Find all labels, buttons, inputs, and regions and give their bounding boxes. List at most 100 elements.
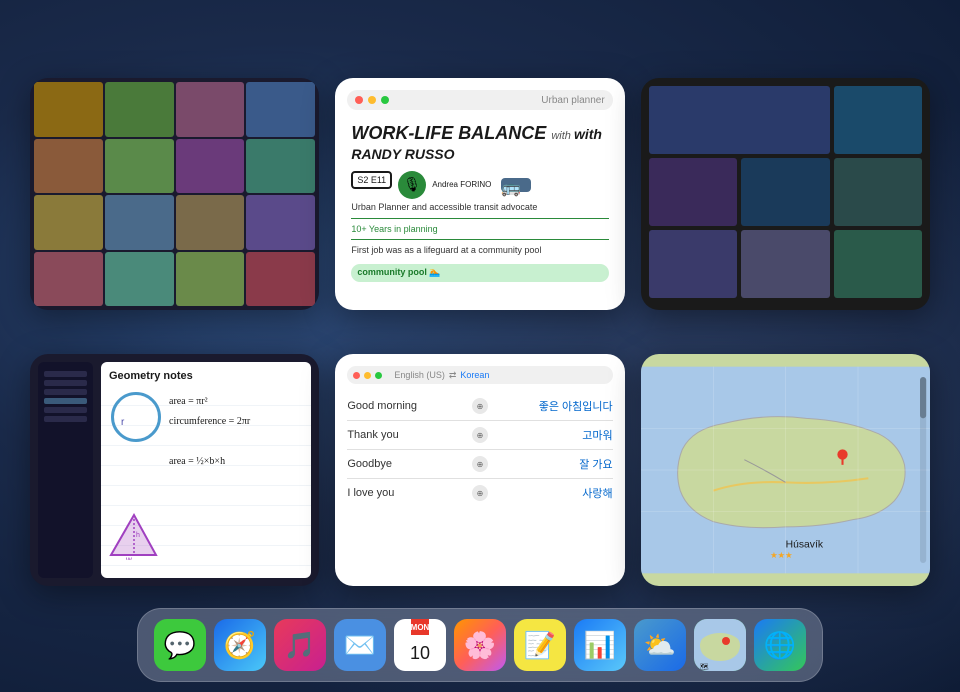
translate-row-2: Goodbye ⊕ 잘 가요 xyxy=(347,450,612,479)
svg-text:h: h xyxy=(136,532,140,539)
calc-circle xyxy=(111,392,161,442)
notes-vehicle: 🚌 xyxy=(501,178,531,192)
app-card-maps[interactable]: 🗺 Maps Húsavík Húsavík xyxy=(641,354,930,586)
translate-en-3: I love you xyxy=(347,487,464,499)
maps-content: Húsavík ★★★ xyxy=(641,354,930,586)
notes-sub3: First job was as a lifeguard at a commun… xyxy=(351,245,608,257)
keynote-slide xyxy=(741,230,829,298)
translate-row-1: Thank you ⊕ 고마워 xyxy=(347,421,612,450)
translate-en-1: Thank you xyxy=(347,429,464,441)
keynote-slide xyxy=(649,158,737,226)
notes-content: Urban planner WORK-LIFE BALANCE with wit… xyxy=(335,78,624,310)
expand-dot xyxy=(381,96,389,104)
photos-dock-icon: 🌸 xyxy=(464,630,496,661)
calendar-day-num: 10 xyxy=(410,635,430,671)
weather-icon: ⛅ xyxy=(644,630,676,661)
calendar-day-name: MON xyxy=(411,619,430,635)
keynote-slide xyxy=(834,86,922,154)
app-card-translate[interactable]: 💬 Translate English (US) ⇄ Korean Good m… xyxy=(335,354,624,586)
translate-title-bar: English (US) ⇄ Korean xyxy=(347,366,612,384)
mail-icon: ✉️ xyxy=(344,630,376,661)
minimize-dot xyxy=(368,96,376,104)
dock-appstore[interactable]: 🌐 xyxy=(754,619,806,671)
photo-cell xyxy=(105,82,174,137)
keynote-slide xyxy=(649,230,737,298)
notes-divider xyxy=(351,218,608,219)
notes-dock-icon: 📝 xyxy=(524,630,556,661)
dock-mail[interactable]: ✉️ xyxy=(334,619,386,671)
photo-cell xyxy=(34,252,103,307)
dock-maps[interactable]: 🗺 xyxy=(694,619,746,671)
notes-title-bar: Urban planner xyxy=(347,90,612,110)
notes-episode-box: S2 E11 xyxy=(351,171,392,189)
calc-sidebar-text xyxy=(42,366,89,427)
keynote-grid xyxy=(641,78,930,310)
translate-content: English (US) ⇄ Korean Good morning ⊕ 좋은 … xyxy=(335,354,624,586)
map-svg: Húsavík ★★★ xyxy=(641,354,930,586)
photo-cell xyxy=(34,195,103,250)
photo-cell xyxy=(105,195,174,250)
app-card-photos[interactable]: 🖼 Photos xyxy=(30,78,319,310)
maps-dock-icon: 🗺 xyxy=(694,619,746,671)
translate-lang-from: English (US) xyxy=(394,370,445,380)
dock-safari[interactable]: 🧭 xyxy=(214,619,266,671)
photo-cell xyxy=(246,195,315,250)
notes-divider2 xyxy=(351,239,608,240)
svg-text:🗺: 🗺 xyxy=(700,663,709,671)
translate-kr-1: 고마워 xyxy=(496,427,613,443)
svg-text:★★★: ★★★ xyxy=(770,551,792,560)
translate-en-2: Goodbye xyxy=(347,458,464,470)
calc-title: Geometry notes xyxy=(109,370,303,382)
music-icon: 🎵 xyxy=(284,630,316,661)
dock-messages[interactable]: 💬 xyxy=(154,619,206,671)
app-card-calculator[interactable]: 🔢 Calculator Geometry notes xyxy=(30,354,319,586)
translate-divider: ⊕ xyxy=(472,427,488,443)
translate-row-0: Good morning ⊕ 좋은 아침입니다 xyxy=(347,392,612,421)
svg-text:w: w xyxy=(125,555,132,560)
app-card-keynote[interactable]: 📊 Keynote Iceland xyxy=(641,78,930,310)
calc-sidebar xyxy=(38,362,93,578)
photo-cell xyxy=(246,82,315,137)
notes-sketch: WORK-LIFE BALANCE with with RANDY RUSSO … xyxy=(347,120,612,298)
translate-en-0: Good morning xyxy=(347,400,464,412)
translate-divider: ⊕ xyxy=(472,456,488,472)
photo-cell xyxy=(34,82,103,137)
notes-author: Andrea FORINO xyxy=(432,180,491,190)
photo-cell xyxy=(34,139,103,194)
notes-avatar: 🎙 xyxy=(398,171,426,199)
app-switcher: 🖼 Photos xyxy=(0,0,960,602)
minimize-dot xyxy=(364,372,371,379)
translate-divider: ⊕ xyxy=(472,485,488,501)
notes-heading: WORK-LIFE BALANCE with with RANDY RUSSO xyxy=(351,124,608,164)
calc-main: Geometry notes r w h area = πr² circumfe… xyxy=(101,362,311,578)
translate-kr-3: 사랑해 xyxy=(496,485,613,501)
calc-formulas: area = πr² circumference = 2πr area = ½×… xyxy=(169,392,250,472)
photo-cell xyxy=(176,252,245,307)
photo-cell xyxy=(176,195,245,250)
appstore-icon: 🌐 xyxy=(764,630,796,661)
translate-arrow: ⇄ xyxy=(449,370,457,381)
notes-badge: community pool 🏊 xyxy=(351,264,608,282)
app-card-notes[interactable]: 📝 Notes Urban planner Urban planner WORK… xyxy=(335,78,624,310)
expand-dot xyxy=(375,372,382,379)
dock-photos[interactable]: 🌸 xyxy=(454,619,506,671)
dock: 💬 🧭 🎵 ✉️ MON 10 🌸 📝 📊 ⛅ 🗺 xyxy=(137,608,823,682)
calculator-content: Geometry notes r w h area = πr² circumfe… xyxy=(30,354,319,586)
photos-grid xyxy=(30,78,319,310)
photo-cell xyxy=(246,139,315,194)
keynote-slide xyxy=(741,158,829,226)
close-dot xyxy=(355,96,363,104)
dock-notes[interactable]: 📝 xyxy=(514,619,566,671)
photo-cell xyxy=(105,252,174,307)
dock-keynote[interactable]: 📊 xyxy=(574,619,626,671)
dock-calendar[interactable]: MON 10 xyxy=(394,619,446,671)
translate-divider: ⊕ xyxy=(472,398,488,414)
safari-icon: 🧭 xyxy=(224,630,256,661)
svg-text:Húsavík: Húsavík xyxy=(785,540,823,551)
photo-cell xyxy=(176,82,245,137)
notes-doc-title: Urban planner xyxy=(541,95,604,106)
dock-music[interactable]: 🎵 xyxy=(274,619,326,671)
photos-content xyxy=(30,78,319,310)
dock-weather[interactable]: ⛅ xyxy=(634,619,686,671)
translate-kr-0: 좋은 아침입니다 xyxy=(496,398,613,414)
